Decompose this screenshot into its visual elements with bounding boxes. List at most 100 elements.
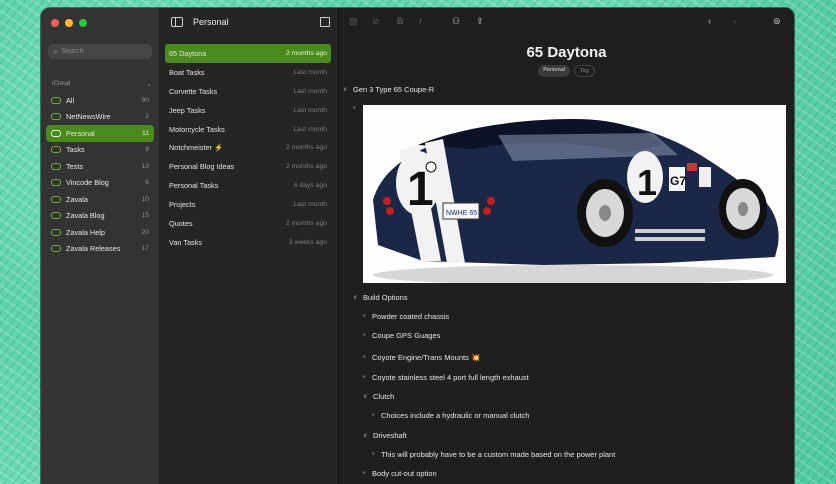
document-date: Last month: [293, 68, 327, 76]
document-row[interactable]: Personal Tasks 6 days ago: [165, 176, 331, 195]
document-row[interactable]: Notchmeister ⚡ 2 months ago: [165, 138, 331, 157]
chevron-down-icon[interactable]: ∨: [353, 294, 363, 301]
zoom-window-button[interactable]: [79, 19, 87, 27]
sidebar-item[interactable]: Vincode Blog 6: [46, 175, 154, 192]
cobra-daytona-image: 1 1 G7 NWHE 65: [373, 119, 779, 283]
row-text: Driveshaft: [373, 431, 407, 440]
document-date: Last month: [293, 125, 327, 133]
document-date: 6 days ago: [293, 182, 327, 190]
outline-row-clutch-note[interactable]: • Choices include a hydraulic or manual …: [372, 411, 529, 420]
sidebar-item-label: Tasks: [66, 145, 85, 155]
search-field[interactable]: ⌕ Search: [48, 44, 152, 59]
document-name: Boat Tasks: [169, 67, 205, 77]
chevron-down-icon[interactable]: ∨: [363, 393, 373, 400]
outline-row-heading[interactable]: ∨ Gen 3 Type 65 Coupe-R: [343, 85, 434, 94]
document-name: Notchmeister ⚡: [169, 143, 224, 153]
folder-icon: [51, 162, 61, 170]
car-side-badge: G7: [670, 174, 686, 188]
document-row[interactable]: Personal Blog Ideas 2 months ago: [165, 157, 331, 176]
outline-row-build-options[interactable]: ∨ Build Options: [353, 293, 408, 302]
forward-icon[interactable]: ›: [733, 16, 736, 26]
search-icon: ⌕: [53, 46, 58, 56]
folder-icon: [51, 245, 61, 253]
traffic-lights: [51, 19, 87, 27]
sidebar-item-count: 9: [145, 146, 149, 154]
document-name: Quotes: [169, 218, 193, 228]
outline-row-driveshaft[interactable]: ∨ Driveshaft: [363, 431, 407, 440]
document-row[interactable]: Projects Last month: [165, 195, 331, 214]
sidebar-item[interactable]: Zavala Releases 17: [46, 241, 154, 258]
folder-icon: [51, 212, 61, 220]
share-icon[interactable]: ⇪: [476, 16, 484, 27]
row-text: Body cut-out option: [372, 469, 437, 478]
chevron-down-icon[interactable]: ∨: [363, 432, 373, 439]
tag-personal[interactable]: Personal: [538, 65, 570, 77]
document-date: 2 months ago: [285, 219, 327, 227]
tag-add-input[interactable]: Tag: [573, 65, 595, 77]
image-icon[interactable]: ▧: [349, 16, 358, 27]
sidebar-item-count: 17: [141, 245, 149, 253]
share-group-icon[interactable]: ⚇: [452, 16, 460, 27]
sidebar-item[interactable]: NetNewsWire 2: [46, 109, 154, 126]
minimize-window-button[interactable]: [65, 19, 73, 27]
document-date: 2 months ago: [285, 49, 327, 57]
outline-row-clutch[interactable]: ∨ Clutch: [363, 392, 394, 401]
sidebar-item[interactable]: Tasks 9: [46, 142, 154, 159]
outline-row-body[interactable]: • Body cut-out option: [363, 469, 437, 478]
document-title[interactable]: 65 Daytona: [339, 44, 794, 61]
document-row[interactable]: Corvette Tasks Last month: [165, 82, 331, 101]
bold-icon[interactable]: B: [397, 16, 404, 26]
document-name: Jeep Tasks: [169, 105, 206, 115]
new-document-icon[interactable]: [320, 17, 330, 27]
bullet-icon: •: [363, 332, 366, 339]
sidebar-item[interactable]: Personal 11: [46, 125, 154, 142]
sidebar-item[interactable]: Zavala 10: [46, 191, 154, 208]
sidebar-item[interactable]: All 90: [46, 92, 154, 109]
sidebar-item-label: Vincode Blog: [66, 178, 109, 188]
row-text: Choices include a hydraulic or manual cl…: [381, 411, 530, 420]
document-row[interactable]: Van Tasks 3 weeks ago: [165, 233, 331, 252]
sidebar-item-count: 2: [145, 113, 149, 121]
tag-bar: Personal Tag: [339, 65, 794, 77]
document-name: Corvette Tasks: [169, 86, 218, 96]
document-row[interactable]: 65 Daytona 2 months ago: [165, 44, 331, 63]
outline-row-powder[interactable]: • Powder coated chassis: [363, 312, 449, 321]
back-icon[interactable]: ‹: [708, 16, 711, 26]
document-date: Last month: [293, 201, 327, 209]
row-text: Clutch: [373, 392, 395, 401]
document-name: Projects: [169, 200, 196, 210]
filter-icon[interactable]: ⊜: [773, 16, 781, 27]
italic-icon[interactable]: I: [419, 16, 422, 26]
outline-row-driveshaft-note[interactable]: • This will probably have to be a custom…: [372, 450, 615, 459]
bullet-icon: •: [363, 374, 366, 381]
link-icon[interactable]: ⊘: [372, 16, 380, 27]
sidebar-item-label: Zavala Help: [66, 227, 105, 237]
document-row[interactable]: Jeep Tasks Last month: [165, 101, 331, 120]
outline-row-coyote[interactable]: • Coyote Engine/Trans Mounts 💥: [363, 353, 480, 362]
document-row[interactable]: Motorcycle Tasks Last month: [165, 120, 331, 139]
outline-row-image: •: [353, 105, 362, 112]
outline-row-gps[interactable]: • Coupe GPS Guages: [363, 331, 440, 340]
sidebar-item-count: 6: [145, 179, 149, 187]
outline-row-exhaust[interactable]: • Coyote stainless steel 4 port full len…: [363, 373, 529, 382]
chevron-down-icon: ⌄: [146, 81, 152, 88]
sidebar-item-label: All: [66, 95, 75, 105]
search-placeholder: Search: [61, 48, 84, 55]
document-date: Last month: [293, 106, 327, 114]
document-date: 2 months ago: [285, 144, 327, 152]
sidebar-item[interactable]: Zavala Blog 15: [46, 208, 154, 225]
car-photo[interactable]: 1 1 G7 NWHE 65: [363, 105, 786, 283]
sidebar-item-count: 15: [141, 212, 149, 220]
chevron-down-icon[interactable]: ∨: [343, 86, 353, 93]
sidebar-toggle-icon[interactable]: [171, 17, 183, 27]
sidebar-item-label: Zavala: [66, 194, 88, 204]
sidebar-item[interactable]: Tests 13: [46, 158, 154, 175]
icloud-section-header[interactable]: iCloud ⌄: [52, 80, 152, 88]
document-row[interactable]: Quotes 2 months ago: [165, 214, 331, 233]
folder-icon: [51, 129, 61, 137]
document-row[interactable]: Boat Tasks Last month: [165, 63, 331, 82]
folder-icon: [51, 96, 61, 104]
close-window-button[interactable]: [51, 19, 59, 27]
sidebar-item[interactable]: Zavala Help 20: [46, 224, 154, 241]
car-number-side: 1: [637, 162, 657, 203]
